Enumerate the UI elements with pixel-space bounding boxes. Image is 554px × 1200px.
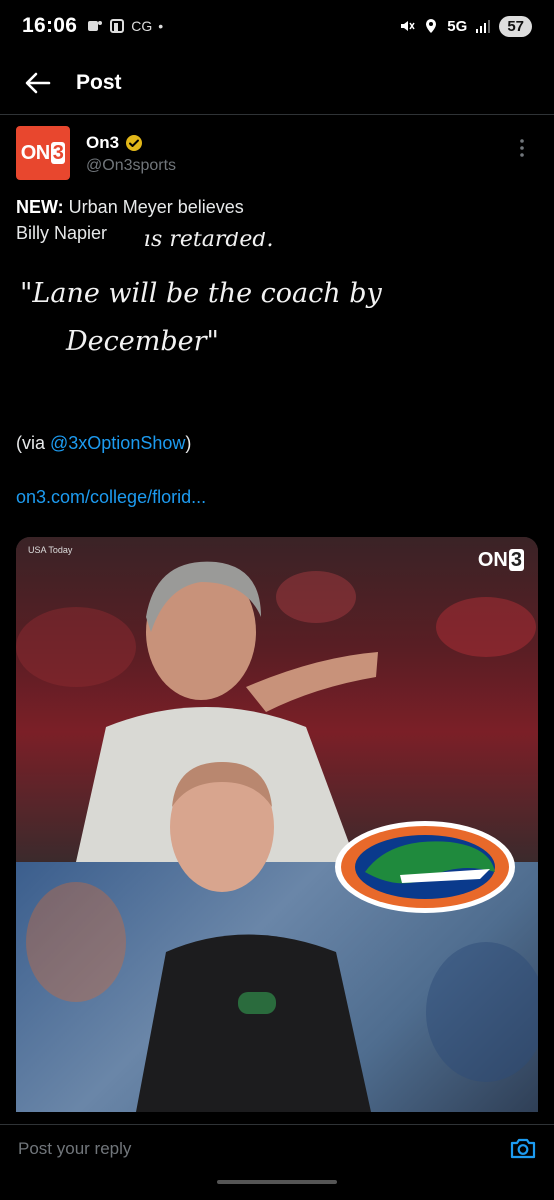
post-media-image[interactable]: USA Today ON 3 [16,537,538,1112]
post-author: ON 3 On3 @On3sports [16,126,538,182]
author-handle[interactable]: @On3sports [86,157,176,175]
more-options-icon[interactable] [510,136,534,160]
reply-input[interactable] [16,1137,440,1160]
status-time: 16:06 [22,14,78,37]
carrier-badge: CG [131,18,153,34]
battery-badge: 57 [499,15,532,37]
post-text-body: Urban Meyer believes [63,197,244,217]
avatar-logo: ON 3 [20,141,66,164]
handwritten-line-3: December" [65,326,219,357]
arrow-left-icon [25,72,51,94]
via-line: (via @3xOptionShow) [16,433,192,453]
location-icon [426,19,437,33]
post-text-prefix: NEW: [16,197,64,217]
network-label: 5G [447,17,468,35]
photo-credit: USA Today [28,545,73,555]
app-notification-icon [110,19,125,33]
mention-link[interactable]: @3xOptionShow [50,433,185,453]
verified-badge-icon [126,135,143,151]
handwritten-line-1: is retarded. [144,232,274,252]
reply-bar [0,1124,554,1172]
handwritten-annotation: is retarded. "Lane will be the coach by … [20,232,382,357]
teams-icon [88,21,103,31]
top-app-bar: Post [0,52,554,114]
page-title: Post [76,71,122,94]
header-divider [0,114,554,115]
mute-icon [401,21,415,31]
author-name[interactable]: On3 [86,133,119,153]
gesture-nav-handle[interactable] [217,1180,337,1184]
notification-dot-icon: • [158,18,164,34]
gators-logo-icon [335,821,515,913]
back-button[interactable] [0,52,76,114]
status-bar: 16:06 CG • 5G 57 [0,0,554,52]
avatar[interactable]: ON 3 [16,126,70,180]
signal-icon [476,20,491,33]
external-link[interactable]: on3.com/college/florid... [16,487,206,508]
camera-icon[interactable] [508,1134,538,1164]
handwritten-line-2: "Lane will be the coach by [20,278,382,309]
on3-watermark: ON 3 [477,549,524,571]
